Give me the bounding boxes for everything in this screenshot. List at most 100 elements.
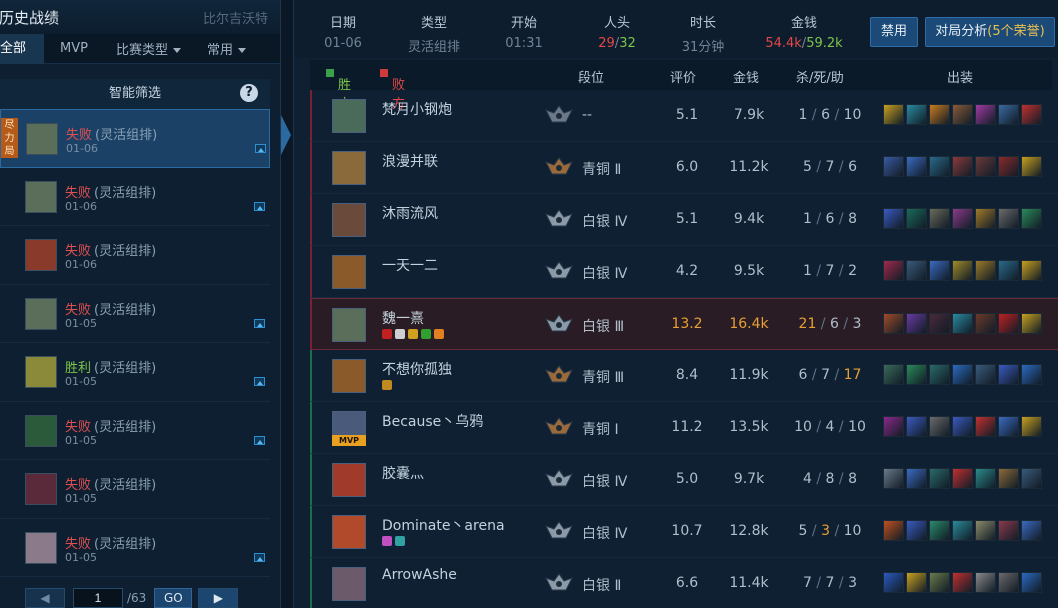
item-icon[interactable] (975, 468, 996, 489)
item-icon[interactable] (906, 468, 927, 489)
item-icon[interactable] (998, 313, 1019, 334)
item-icon[interactable] (1021, 364, 1042, 385)
item-icon[interactable] (906, 208, 927, 229)
item-icon[interactable] (1021, 208, 1042, 229)
item-icon[interactable] (883, 572, 904, 593)
item-icon[interactable] (929, 468, 950, 489)
tab-2[interactable]: 比赛类型 (116, 39, 181, 58)
match-list-item[interactable]: 失败 (灵活组排) 01-05 (0, 402, 270, 460)
item-icon[interactable] (975, 104, 996, 125)
screenshot-icon[interactable] (254, 201, 265, 211)
item-icon[interactable] (998, 156, 1019, 177)
item-icon[interactable] (906, 572, 927, 593)
player-name[interactable]: 沐雨流风 (382, 203, 438, 223)
screenshot-icon[interactable] (254, 552, 265, 562)
player-row[interactable]: 魏一熹 白银 Ⅲ 13.2 16.4k 21 / 6 / 3 (310, 298, 1058, 350)
player-name[interactable]: Because丶乌鸦 (382, 411, 483, 431)
player-name[interactable]: 不想你孤独 (382, 359, 452, 379)
item-icon[interactable] (929, 208, 950, 229)
player-row[interactable]: MVP Because丶乌鸦 青铜 Ⅰ 11.2 13.5k 10 / 4 / 10 (310, 402, 1058, 454)
ban-button[interactable]: 禁用 (870, 17, 918, 47)
item-icon[interactable] (975, 156, 996, 177)
item-icon[interactable] (975, 364, 996, 385)
item-icon[interactable] (998, 572, 1019, 593)
item-icon[interactable] (975, 313, 996, 334)
item-icon[interactable] (998, 520, 1019, 541)
analysis-button[interactable]: 对局分析(5个荣誉) (925, 17, 1055, 47)
item-icon[interactable] (1021, 416, 1042, 437)
player-name[interactable]: 一天一二 (382, 255, 438, 275)
screenshot-icon[interactable] (254, 377, 265, 386)
item-icon[interactable] (906, 104, 927, 125)
item-icon[interactable] (952, 156, 973, 177)
item-icon[interactable] (1021, 156, 1042, 177)
item-icon[interactable] (883, 468, 904, 489)
item-icon[interactable] (883, 156, 904, 177)
item-icon[interactable] (998, 364, 1019, 385)
match-list-item[interactable]: 尽力局 失败 (灵活组排) 01-06 (0, 109, 270, 168)
item-icon[interactable] (1021, 468, 1042, 489)
item-icon[interactable] (1021, 572, 1042, 593)
player-row[interactable]: 沐雨流风 白银 Ⅳ 5.1 9.4k 1 / 6 / 8 (310, 194, 1058, 246)
screenshot-icon[interactable] (254, 318, 265, 328)
item-icon[interactable] (1021, 104, 1042, 125)
player-row[interactable]: 一天一二 白银 Ⅳ 4.2 9.5k 1 / 7 / 2 (310, 246, 1058, 298)
item-icon[interactable] (998, 260, 1019, 281)
item-icon[interactable] (975, 260, 996, 281)
item-icon[interactable] (906, 364, 927, 385)
item-icon[interactable] (906, 416, 927, 437)
player-row[interactable]: 浪漫并联 青铜 Ⅱ 6.0 11.2k 5 / 7 / 6 (310, 142, 1058, 194)
item-icon[interactable] (975, 208, 996, 229)
help-icon[interactable]: ? (240, 84, 258, 102)
tab-1[interactable]: MVP (60, 41, 88, 56)
player-name[interactable]: Dominate丶arena (382, 515, 505, 535)
page-input[interactable] (73, 588, 123, 608)
item-icon[interactable] (1021, 520, 1042, 541)
item-icon[interactable] (883, 313, 904, 334)
item-icon[interactable] (998, 104, 1019, 125)
item-icon[interactable] (952, 572, 973, 593)
player-name[interactable]: ArrowAshe (382, 567, 457, 583)
item-icon[interactable] (952, 313, 973, 334)
item-icon[interactable] (906, 520, 927, 541)
player-row[interactable]: Dominate丶arena 白银 Ⅳ 10.7 12.8k 5 / 3 / 10 (310, 506, 1058, 558)
item-icon[interactable] (929, 104, 950, 125)
item-icon[interactable] (929, 520, 950, 541)
smart-filter-button[interactable]: 智能筛选 ? (0, 79, 270, 109)
item-icon[interactable] (998, 416, 1019, 437)
item-icon[interactable] (929, 260, 950, 281)
item-icon[interactable] (929, 313, 950, 334)
item-icon[interactable] (998, 468, 1019, 489)
item-icon[interactable] (883, 520, 904, 541)
item-icon[interactable] (883, 104, 904, 125)
item-icon[interactable] (883, 260, 904, 281)
player-name[interactable]: 胶囊灬 (382, 463, 424, 483)
item-icon[interactable] (952, 520, 973, 541)
tab-3[interactable]: 常用 (207, 39, 246, 58)
item-icon[interactable] (883, 416, 904, 437)
player-name[interactable]: 梵月小钢炮 (382, 99, 452, 119)
item-icon[interactable] (975, 572, 996, 593)
item-icon[interactable] (883, 208, 904, 229)
player-row[interactable]: ArrowAshe 白银 Ⅱ 6.6 11.4k 7 / 7 / 3 (310, 558, 1058, 608)
item-icon[interactable] (929, 572, 950, 593)
item-icon[interactable] (906, 156, 927, 177)
match-list-item[interactable]: 胜利 (灵活组排) 01-05 (0, 343, 270, 402)
player-row[interactable]: 胶囊灬 白银 Ⅳ 5.0 9.7k 4 / 8 / 8 (310, 454, 1058, 506)
match-list-item[interactable]: 失败 (灵活组排) 01-05 (0, 460, 270, 519)
item-icon[interactable] (952, 416, 973, 437)
item-icon[interactable] (952, 364, 973, 385)
item-icon[interactable] (929, 156, 950, 177)
tab-0[interactable]: 全部 (0, 33, 44, 64)
next-page-button[interactable]: ▶ (198, 588, 239, 608)
item-icon[interactable] (952, 104, 973, 125)
item-icon[interactable] (1021, 313, 1042, 334)
match-list-item[interactable]: 失败 (灵活组排) 01-06 (0, 168, 270, 226)
player-name[interactable]: 魏一熹 (382, 308, 424, 328)
match-list-item[interactable]: 失败 (灵活组排) 01-05 (0, 519, 270, 577)
item-icon[interactable] (998, 208, 1019, 229)
item-icon[interactable] (929, 416, 950, 437)
item-icon[interactable] (975, 520, 996, 541)
screenshot-icon[interactable] (254, 435, 265, 445)
item-icon[interactable] (952, 468, 973, 489)
